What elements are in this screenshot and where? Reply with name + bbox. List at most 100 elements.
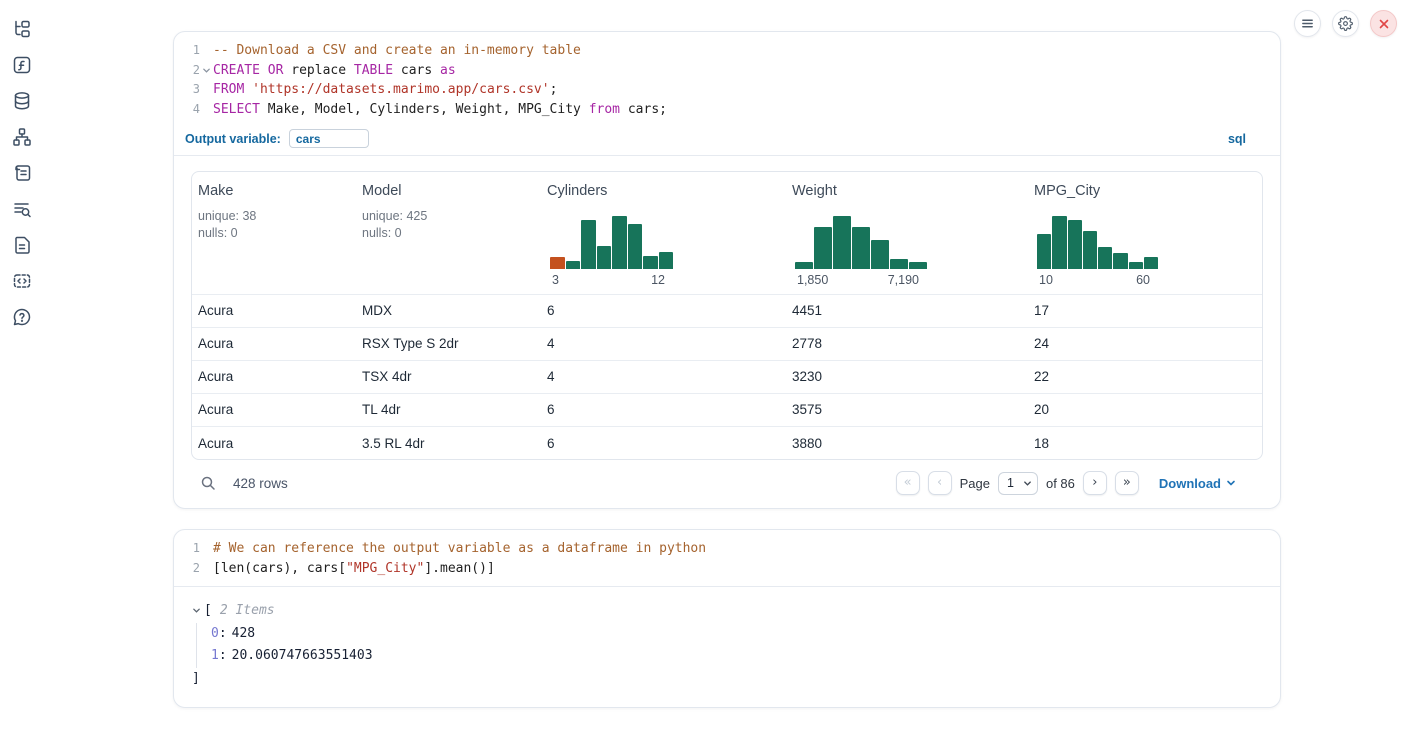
- output-variable-input[interactable]: [289, 129, 369, 148]
- open-bracket: [: [204, 601, 212, 621]
- table-cell: TL 4dr: [356, 393, 541, 426]
- table-header-row: Makeunique: 38nulls: 0Modelunique: 425nu…: [192, 172, 1262, 294]
- sidebar-button-file-tree[interactable]: [10, 18, 34, 40]
- code-token: cars;: [620, 102, 667, 117]
- scratchpad-icon: [12, 163, 32, 183]
- column-stat: nulls: 0: [362, 225, 535, 242]
- entry-value: 428: [232, 626, 255, 641]
- table-cell: 18: [1028, 426, 1262, 459]
- code-token: cars: [393, 63, 440, 78]
- line-number: 1: [174, 41, 200, 61]
- entry-colon: :: [219, 648, 227, 663]
- histogram-bar: [1052, 216, 1066, 269]
- histogram-bar: [1068, 220, 1082, 269]
- code-token: TABLE: [354, 63, 393, 78]
- window-controls: [1294, 10, 1397, 37]
- table-footer: 428 rows « ‹ Page 1 of 86 › » Download: [191, 460, 1263, 495]
- column-header-weight: Weight1,8507,190: [786, 172, 1028, 294]
- histogram-axis-labels: 312: [550, 273, 673, 287]
- histogram-bar: [1037, 234, 1051, 269]
- histogram-bar: [659, 252, 674, 268]
- histogram-bar: [1113, 253, 1127, 269]
- line-number: 2: [174, 559, 200, 579]
- prev-page-button[interactable]: ‹: [928, 471, 952, 495]
- download-button[interactable]: Download: [1159, 476, 1236, 491]
- table-cell: Acura: [192, 426, 356, 459]
- chevron-down-icon: [1023, 479, 1032, 488]
- code-editor[interactable]: 1# We can reference the output variable …: [174, 530, 1280, 586]
- line-number: 2: [174, 61, 200, 81]
- close-bracket: ]: [192, 669, 1280, 689]
- line-number: 4: [174, 100, 200, 120]
- histogram-axis-labels: 1060: [1037, 273, 1158, 287]
- table-cell: 3880: [786, 426, 1028, 459]
- table-cell: 6: [541, 393, 786, 426]
- code-token: FROM: [213, 82, 244, 97]
- page-total-label: of 86: [1046, 476, 1075, 491]
- sidebar-button-snippets[interactable]: [10, 270, 34, 292]
- logs-icon: [12, 199, 32, 219]
- first-page-button[interactable]: «: [896, 471, 920, 495]
- code-token: OR: [268, 63, 284, 78]
- page-select[interactable]: 1: [998, 472, 1038, 495]
- code-editor[interactable]: 1 -- Download a CSV and create an in-memo…: [174, 32, 1280, 126]
- histogram-bar: [1098, 247, 1112, 269]
- table-cell: 3575: [786, 393, 1028, 426]
- code-token: ;: [550, 82, 558, 97]
- sql-cell-output: Makeunique: 38nulls: 0Modelunique: 425nu…: [174, 156, 1280, 508]
- collapse-chevron-icon[interactable]: [192, 606, 201, 615]
- code-text: -- Download a CSV and create an in-memor…: [213, 41, 581, 61]
- table-search-button[interactable]: [200, 475, 216, 491]
- tree-entry: 1:20.060747663551403: [211, 645, 1280, 668]
- histogram-bars: [795, 216, 927, 269]
- code-text: SELECT Make, Model, Cylinders, Weight, M…: [213, 100, 667, 120]
- histogram-bar: [833, 216, 851, 269]
- histogram-bar: [566, 261, 581, 269]
- snippets-icon: [12, 271, 32, 291]
- code-text: FROM 'https://datasets.marimo.app/cars.c…: [213, 80, 557, 100]
- menu-button[interactable]: [1294, 10, 1321, 37]
- table-cell: Acura: [192, 360, 356, 393]
- tree-header: [2 Items: [192, 601, 1280, 621]
- sidebar-button-datasources[interactable]: [10, 90, 34, 112]
- sidebar-button-dependency-graph[interactable]: [10, 126, 34, 148]
- code-line: 1# We can reference the output variable …: [174, 539, 1280, 559]
- help-icon: [12, 307, 32, 327]
- next-page-button[interactable]: ›: [1083, 471, 1107, 495]
- histogram-bar: [795, 262, 813, 269]
- column-name: Cylinders: [547, 183, 780, 199]
- python-cell: 1# We can reference the output variable …: [173, 529, 1281, 707]
- sidebar-button-documentation[interactable]: [10, 234, 34, 256]
- sidebar-button-logs[interactable]: [10, 198, 34, 220]
- tree-entries: 0:4281:20.060747663551403: [196, 623, 1280, 668]
- fold-chevron-icon[interactable]: [202, 66, 211, 75]
- code-line: 4 SELECT Make, Model, Cylinders, Weight, …: [174, 100, 1280, 120]
- table-cell: Acura: [192, 294, 356, 327]
- code-line: 3FROM 'https://datasets.marimo.app/cars.…: [174, 80, 1280, 100]
- column-header-make: Makeunique: 38nulls: 0: [192, 172, 356, 294]
- last-page-button[interactable]: »: [1115, 471, 1139, 495]
- table-cell: 6: [541, 294, 786, 327]
- code-token: as: [440, 63, 456, 78]
- code-token: -- Download a CSV and create an in-memor…: [213, 43, 581, 58]
- page-select-value: 1: [1007, 476, 1014, 490]
- settings-button[interactable]: [1332, 10, 1359, 37]
- column-name: Weight: [792, 183, 1022, 199]
- sidebar-button-variables[interactable]: [10, 54, 34, 76]
- sidebar-button-scratchpad[interactable]: [10, 162, 34, 184]
- table-row: AcuraRSX Type S 2dr4277824: [192, 327, 1262, 360]
- datasources-icon: [12, 91, 32, 111]
- code-token: ].mean()]: [424, 561, 494, 576]
- code-token: from: [589, 102, 620, 117]
- output-variable-label: Output variable:: [185, 132, 281, 146]
- shutdown-button[interactable]: [1370, 10, 1397, 37]
- axis-max-label: 12: [651, 273, 665, 287]
- histogram-bar: [1129, 262, 1143, 269]
- histogram-bar: [581, 220, 596, 269]
- sidebar-button-help[interactable]: [10, 306, 34, 328]
- code-line: 2CREATE OR replace TABLE cars as: [174, 61, 1280, 81]
- table-cell: Acura: [192, 393, 356, 426]
- python-cell-output: [2 Items0:4281:20.060747663551403]: [174, 587, 1280, 707]
- language-badge[interactable]: sql: [1228, 132, 1246, 146]
- column-header-mpg_city: MPG_City1060: [1028, 172, 1262, 294]
